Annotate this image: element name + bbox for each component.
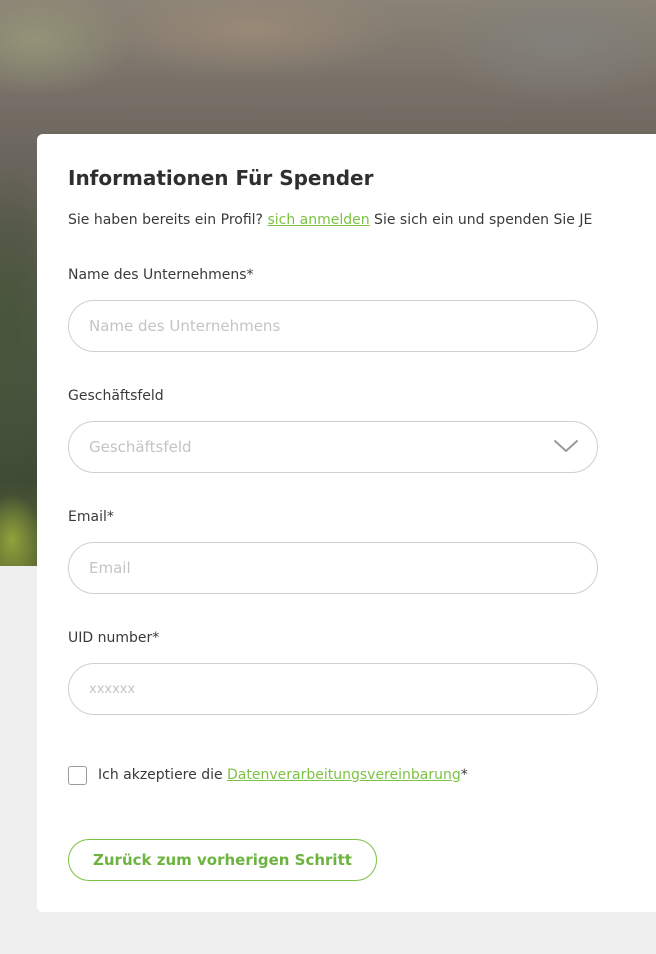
form-title: Informationen Für Spender: [68, 166, 374, 190]
uid-input[interactable]: [68, 663, 598, 715]
business-field-placeholder: Geschäftsfeld: [89, 438, 192, 456]
donor-form-card: Informationen Für Spender Sie haben bere…: [37, 134, 656, 912]
email-input[interactable]: [68, 542, 598, 594]
login-prompt-text: Sie haben bereits ein Profil?: [68, 212, 268, 228]
back-to-previous-step-button[interactable]: Zurück zum vorherigen Schritt: [68, 839, 377, 881]
consent-label: Ich akzeptiere die: [98, 767, 228, 783]
company-name-input[interactable]: [68, 300, 598, 352]
consent-checkbox[interactable]: [68, 766, 87, 785]
required-mark: *: [460, 767, 468, 783]
login-prompt: Sie haben bereits ein Profil? sich anmel…: [68, 212, 592, 228]
uid-label: UID number*: [68, 630, 160, 646]
business-field-select[interactable]: Geschäftsfeld: [68, 421, 598, 473]
business-field-label: Geschäftsfeld: [68, 388, 164, 404]
page: Informationen Für Spender Sie haben bere…: [0, 0, 656, 954]
chevron-down-icon: [554, 440, 578, 452]
company-name-label: Name des Unternehmens*: [68, 267, 254, 283]
data-processing-agreement-link[interactable]: Datenverarbeitungsvereinbarung: [227, 767, 461, 783]
login-link[interactable]: sich anmelden: [267, 212, 369, 228]
email-label: Email*: [68, 509, 114, 525]
consent-text: Ich akzeptiere die Datenverarbeitungsver…: [98, 767, 468, 783]
login-prompt-suffix: Sie sich ein und spenden Sie JE: [369, 212, 593, 228]
